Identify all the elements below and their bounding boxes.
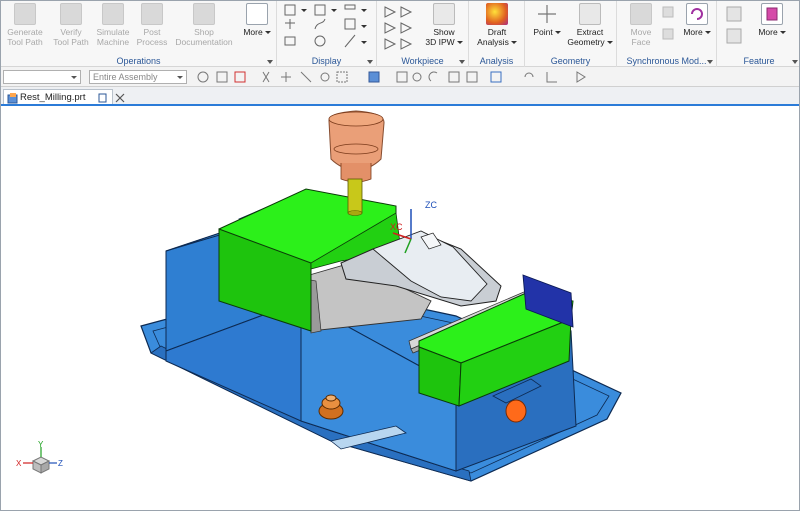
display-tools-icons[interactable]: [277, 3, 377, 57]
operations-expand-icon[interactable]: [267, 60, 273, 64]
synchronous-more-button[interactable]: More: [681, 3, 713, 37]
selection-tools-icons[interactable]: [193, 67, 793, 87]
synchronous-more-label: More: [681, 27, 713, 37]
feature-small-tools-icons[interactable]: [723, 3, 749, 51]
selection-toolbar: Entire Assembly: [1, 67, 799, 87]
simulate-machine-button[interactable]: Simulate Machine: [93, 3, 133, 47]
operations-more-button[interactable]: More: [241, 3, 273, 37]
verify-tool-path-label: Verify Tool Path: [53, 27, 89, 47]
triad-z-label: Z: [58, 459, 63, 468]
tab-pin-icon[interactable]: [98, 93, 108, 103]
ribbon-group-workpiece: Show 3D IPW Workpiece: [377, 1, 469, 67]
geometry-group-label: Geometry: [550, 56, 591, 66]
synchronous-group-label: Synchronous Mod...: [626, 56, 707, 66]
operations-more-label: More: [241, 27, 273, 37]
triad-y-label: Y: [38, 440, 44, 449]
ipw-icon: [433, 3, 455, 25]
ribbon-group-analysis: Draft Analysis Analysis: [469, 1, 525, 67]
show-3d-ipw-button[interactable]: Show 3D IPW: [421, 3, 467, 47]
tab-label: Rest_Milling.prt: [20, 92, 86, 103]
post-process-label: Post Process: [136, 27, 168, 47]
operations-group-label: Operations: [116, 56, 161, 66]
shop-documentation-icon: [193, 3, 215, 25]
move-face-label: Move Face: [630, 27, 652, 47]
extract-geometry-label: Extract Geometry: [565, 27, 615, 47]
verify-tool-path-button[interactable]: Verify Tool Path: [49, 3, 93, 47]
display-group-label: Display: [311, 56, 342, 66]
ribbon-group-geometry: Point Extract Geometry Geometry: [525, 1, 617, 67]
nx-cam-window: Generate Tool Path Verify Tool Path Simu…: [0, 0, 800, 511]
verify-tool-path-icon: [60, 3, 82, 25]
generate-tool-path-label: Generate Tool Path: [7, 27, 43, 47]
shop-documentation-label: Shop Documentation: [175, 27, 233, 47]
display-expand-icon[interactable]: [367, 60, 373, 64]
sync-small-tools-icons[interactable]: [661, 5, 677, 45]
ribbon-group-display: Display: [277, 1, 377, 67]
view-triad[interactable]: Y X Z: [16, 440, 63, 474]
simulate-machine-label: Simulate Machine: [96, 27, 130, 47]
feature-more-button[interactable]: More: [755, 3, 789, 37]
draft-analysis-label: Draft Analysis: [473, 27, 521, 47]
post-process-icon: [141, 3, 163, 25]
feature-more-icon: [761, 3, 783, 25]
ribbon: Generate Tool Path Verify Tool Path Simu…: [1, 1, 799, 67]
synchronous-expand-icon[interactable]: [707, 60, 713, 64]
workpiece-tools-icons[interactable]: [381, 3, 421, 57]
selection-scope-dropdown[interactable]: Entire Assembly: [89, 70, 187, 84]
type-filter-dropdown[interactable]: [3, 70, 81, 84]
draft-analysis-button[interactable]: Draft Analysis: [473, 3, 521, 47]
workpiece-expand-icon[interactable]: [459, 60, 465, 64]
wcs-zc-label: ZC: [425, 200, 437, 210]
feature-group-label: Feature: [743, 56, 775, 66]
part-file-icon: [7, 93, 18, 104]
simulate-machine-icon: [102, 3, 124, 25]
workpiece-group-label: Workpiece: [401, 56, 444, 66]
generate-tool-path-icon: [14, 3, 36, 25]
ribbon-group-operations: Generate Tool Path Verify Tool Path Simu…: [1, 1, 277, 67]
feature-expand-icon[interactable]: [792, 60, 798, 64]
triad-x-label: X: [16, 459, 22, 468]
ribbon-group-synchronous-modeling: Move Face More Synchronous Mod...: [617, 1, 717, 67]
analysis-group-label: Analysis: [479, 56, 514, 66]
shop-documentation-button[interactable]: Shop Documentation: [171, 3, 237, 47]
move-face-button[interactable]: Move Face: [623, 3, 659, 47]
point-label: Point: [531, 27, 563, 37]
ribbon-group-feature: More Feature: [717, 1, 799, 67]
sync-more-icon: [686, 3, 708, 25]
post-process-button[interactable]: Post Process: [135, 3, 169, 47]
tab-close-icon[interactable]: [115, 93, 125, 103]
extract-geometry-button[interactable]: Extract Geometry: [565, 3, 615, 47]
show-3d-ipw-label: Show 3D IPW: [421, 27, 467, 47]
point-button[interactable]: Point: [531, 3, 563, 37]
draft-analysis-icon: [486, 3, 508, 25]
graphics-window[interactable]: ZC XC Y X Z: [1, 106, 800, 511]
generate-tool-path-button[interactable]: Generate Tool Path: [3, 3, 47, 47]
model-viewport[interactable]: ZC XC Y X Z: [1, 106, 800, 511]
extract-geometry-icon: [579, 3, 601, 25]
point-icon: [536, 3, 558, 25]
move-face-icon: [630, 3, 652, 25]
wcs-xc-label: XC: [390, 222, 403, 232]
more-menu-icon: [246, 3, 268, 25]
feature-more-label: More: [755, 27, 789, 37]
